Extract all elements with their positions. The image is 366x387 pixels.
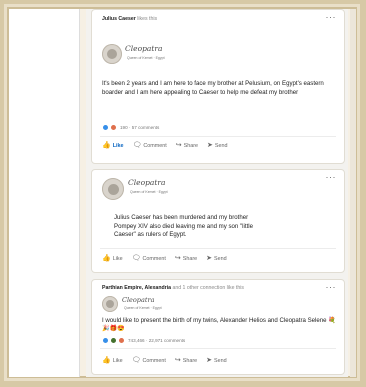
share-icon: ↪	[174, 357, 181, 364]
author-avatar[interactable]	[102, 296, 118, 312]
author-name[interactable]: Cleopatra	[125, 44, 162, 53]
send-icon: ➤	[206, 255, 213, 262]
more-options-icon[interactable]: ···	[326, 12, 337, 22]
divider	[100, 248, 336, 249]
send-label: Send	[214, 357, 227, 364]
comment-button[interactable]: 🗨 Comment	[133, 142, 167, 149]
feed: Julius Caeser likes this ··· Cleopatra Q…	[86, 9, 348, 377]
send-label: Send	[214, 142, 228, 149]
divider	[100, 348, 336, 349]
share-button[interactable]: ↪ Share	[175, 255, 197, 262]
more-options-icon[interactable]: ···	[326, 282, 337, 292]
like-button[interactable]: 👍 Like	[102, 357, 123, 364]
like-reaction-icon	[102, 124, 109, 131]
send-button[interactable]: ➤ Send	[207, 142, 227, 149]
comment-icon: 🗨	[132, 142, 142, 149]
share-icon: ↪	[175, 142, 182, 149]
share-label: Share	[182, 357, 198, 364]
reactions-count: 743,466 · 22,971 comments	[128, 338, 186, 343]
like-reaction-icon	[102, 337, 109, 344]
author-avatar[interactable]	[102, 178, 124, 200]
like-button[interactable]: 👍 Like	[102, 255, 123, 262]
send-icon: ➤	[206, 357, 213, 364]
post-card: ··· Cleopatra Queen of Kemet · Egypt Jul…	[91, 169, 345, 273]
actor-name[interactable]: Parthian Empire, Alexandria	[102, 285, 171, 291]
activity-text: likes this	[137, 16, 158, 22]
comment-label: Comment	[143, 142, 167, 149]
celebrate-reaction-icon	[110, 337, 117, 344]
post-actions: 👍 Like 🗨 Comment ↪ Share ➤ Send	[102, 255, 236, 262]
author-subtitle: Queen of Kemet · Egypt	[127, 56, 165, 60]
left-column	[9, 9, 80, 377]
comment-label: Comment	[142, 357, 166, 364]
comment-button[interactable]: 🗨 Comment	[132, 357, 166, 364]
thumbs-up-icon: 👍	[102, 255, 111, 262]
share-button[interactable]: ↪ Share	[176, 142, 198, 149]
reactions-summary[interactable]: 190 · 57 comments	[102, 124, 159, 131]
post-card: Parthian Empire, Alexandria and 1 other …	[91, 279, 345, 375]
thumbs-up-icon: 👍	[102, 357, 111, 364]
love-reaction-icon	[118, 337, 125, 344]
send-button[interactable]: ➤ Send	[206, 255, 226, 262]
post-text: It's been 2 years and I am here to face …	[102, 80, 324, 96]
share-label: Share	[183, 142, 199, 149]
reactions-count: 190 · 57 comments	[120, 125, 160, 130]
more-options-icon[interactable]: ···	[326, 172, 337, 182]
author-subtitle: Queen of Kemet · Egypt	[130, 190, 168, 194]
post-text: I would like to present the birth of my …	[102, 317, 340, 333]
author-subtitle: Queen of Kemet · Egypt	[124, 306, 162, 310]
post-actions: 👍 Like 🗨 Comment ↪ Share ➤ Send	[102, 142, 237, 149]
like-label: Like	[112, 255, 123, 262]
like-button[interactable]: 👍 Like	[102, 142, 124, 149]
reactions-summary[interactable]: 743,466 · 22,971 comments	[102, 337, 185, 344]
activity-text: and 1 other connection like this	[172, 285, 244, 291]
send-button[interactable]: ➤ Send	[206, 357, 226, 364]
post-activity-header: Julius Caeser likes this	[102, 16, 320, 22]
author-avatar[interactable]	[102, 44, 122, 64]
author-name[interactable]: Cleopatra	[128, 178, 165, 187]
post-card: Julius Caeser likes this ··· Cleopatra Q…	[91, 9, 345, 164]
send-icon: ➤	[207, 142, 213, 149]
post-text: Julius Caeser has been murdered and my b…	[114, 214, 254, 239]
thumbs-up-icon: 👍	[102, 142, 111, 149]
author-name[interactable]: Cleopatra	[122, 296, 154, 304]
post-actions: 👍 Like 🗨 Comment ↪ Share ➤ Send	[102, 357, 236, 364]
post-text-content: I would like to present the birth of my …	[102, 317, 327, 324]
actor-name[interactable]: Julius Caeser	[102, 16, 136, 22]
like-label: Like	[112, 142, 124, 149]
share-icon: ↪	[174, 255, 181, 262]
share-label: Share	[182, 255, 198, 262]
love-reaction-icon	[110, 124, 117, 131]
comment-icon: 🗨	[131, 255, 141, 262]
divider	[100, 136, 336, 137]
like-label: Like	[112, 357, 123, 364]
comment-button[interactable]: 🗨 Comment	[132, 255, 166, 262]
post-activity-header: Parthian Empire, Alexandria and 1 other …	[102, 285, 320, 291]
share-button[interactable]: ↪ Share	[175, 357, 197, 364]
comment-icon: 🗨	[131, 357, 141, 364]
right-scrollbar[interactable]	[350, 9, 356, 377]
comment-label: Comment	[142, 255, 166, 262]
send-label: Send	[214, 255, 227, 262]
